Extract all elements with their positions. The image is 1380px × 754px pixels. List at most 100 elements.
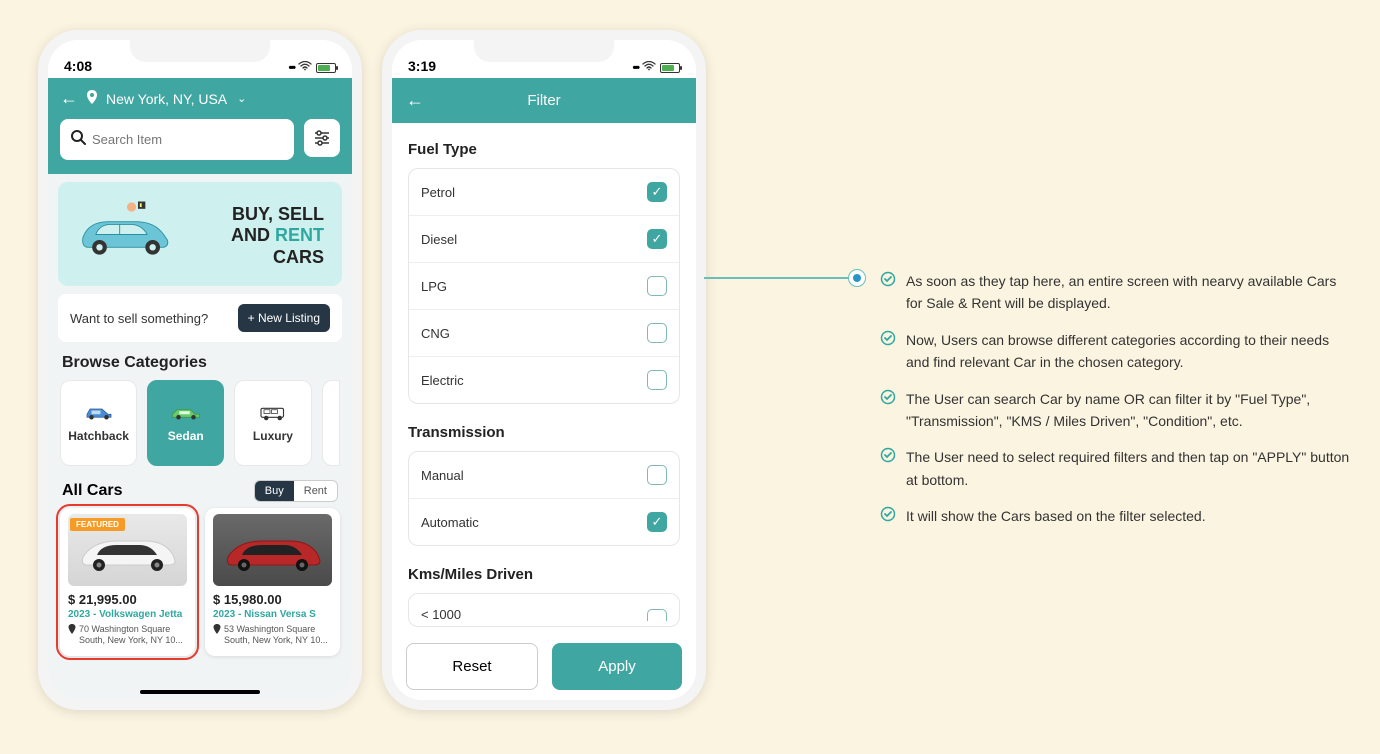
filter-button[interactable] bbox=[304, 119, 340, 157]
note-text: The User need to select required filters… bbox=[906, 446, 1356, 491]
car-address: 70 Washington Square South, New York, NY… bbox=[68, 624, 187, 646]
option-label: Diesel bbox=[421, 232, 457, 247]
sell-prompt-text: Want to sell something? bbox=[70, 311, 208, 326]
car-address: 53 Washington Square South, New York, NY… bbox=[213, 624, 332, 646]
car-card-2[interactable]: $ 15,980.00 2023 - Nissan Versa S 53 Was… bbox=[205, 508, 340, 656]
back-arrow-icon[interactable]: ← bbox=[60, 88, 78, 109]
chevron-down-icon[interactable]: ⌄ bbox=[237, 92, 246, 105]
checkbox-icon[interactable] bbox=[647, 370, 667, 390]
checkbox-icon[interactable] bbox=[647, 609, 667, 621]
option-label: Electric bbox=[421, 373, 464, 388]
category-sedan[interactable]: Sedan bbox=[147, 380, 224, 466]
wifi-icon bbox=[298, 61, 312, 74]
location-text: New York, NY, USA bbox=[106, 91, 227, 107]
filter-header: ← Filter bbox=[392, 78, 696, 123]
address-text: 53 Washington Square South, New York, NY… bbox=[224, 624, 332, 646]
note-item: It will show the Cars based on the filte… bbox=[880, 505, 1356, 528]
option-label: Automatic bbox=[421, 515, 479, 530]
option-label: LPG bbox=[421, 279, 447, 294]
car-price: $ 21,995.00 bbox=[68, 592, 187, 607]
search-row bbox=[48, 119, 352, 174]
checkbox-icon[interactable] bbox=[647, 323, 667, 343]
transmission-title: Transmission bbox=[408, 424, 680, 441]
toggle-rent[interactable]: Rent bbox=[294, 481, 337, 501]
fuel-option-diesel[interactable]: Diesel ✓ bbox=[409, 216, 679, 263]
category-luxury[interactable]: Luxury bbox=[234, 380, 311, 466]
toggle-buy[interactable]: Buy bbox=[255, 481, 294, 501]
filter-screen-mockup: 3:19 ••• ← Filter Fuel Type Petrol ✓ Dies… bbox=[382, 30, 706, 710]
location-bar[interactable]: ← New York, NY, USA ⌄ bbox=[48, 78, 352, 119]
status-time: 3:19 bbox=[408, 58, 436, 74]
trans-option-automatic[interactable]: Automatic ✓ bbox=[409, 499, 679, 545]
connector-dot bbox=[848, 269, 866, 287]
home-scroll-area[interactable]: BUY, SELL AND RENT CARS Want to sell som… bbox=[48, 174, 352, 704]
car-image bbox=[213, 514, 332, 586]
filter-actions: Reset Apply bbox=[406, 643, 682, 690]
search-icon bbox=[70, 129, 86, 150]
banner-text: BUY, SELL AND RENT CARS bbox=[182, 204, 324, 269]
status-icons: ••• bbox=[288, 61, 336, 74]
note-item: As soon as they tap here, an entire scre… bbox=[880, 270, 1356, 315]
option-label: Petrol bbox=[421, 185, 455, 200]
car-price: $ 15,980.00 bbox=[213, 592, 332, 607]
search-input[interactable] bbox=[92, 132, 284, 147]
hatchback-icon bbox=[84, 403, 114, 421]
sell-prompt-row: Want to sell something? + New Listing bbox=[58, 294, 342, 342]
checkbox-icon[interactable] bbox=[647, 465, 667, 485]
checkbox-icon[interactable]: ✓ bbox=[647, 182, 667, 202]
new-listing-button[interactable]: + New Listing bbox=[238, 304, 330, 332]
status-time: 4:08 bbox=[64, 58, 92, 74]
check-circle-icon bbox=[880, 271, 896, 315]
banner-line-2: AND RENT bbox=[182, 225, 324, 247]
all-cars-header: All Cars Buy Rent bbox=[62, 480, 338, 502]
categories-list[interactable]: Hatchback Sedan Luxury bbox=[48, 380, 352, 466]
battery-icon bbox=[316, 63, 336, 73]
pin-icon bbox=[213, 624, 221, 646]
buy-rent-toggle[interactable]: Buy Rent bbox=[254, 480, 338, 502]
option-label: Manual bbox=[421, 468, 464, 483]
checkbox-icon[interactable]: ✓ bbox=[647, 229, 667, 249]
transmission-group: Manual Automatic ✓ bbox=[408, 451, 680, 546]
fuel-option-lpg[interactable]: LPG bbox=[409, 263, 679, 310]
apply-button[interactable]: Apply bbox=[552, 643, 682, 690]
featured-badge: FEATURED bbox=[70, 518, 125, 531]
kms-option-1000[interactable]: < 1000 bbox=[409, 594, 679, 626]
category-label: Hatchback bbox=[68, 429, 129, 443]
address-text: 70 Washington Square South, New York, NY… bbox=[79, 624, 187, 646]
option-label: < 1000 bbox=[421, 607, 461, 622]
car-cards-row[interactable]: FEATURED $ 21,995.00 2023 - Volkswagen J… bbox=[48, 508, 352, 668]
filter-scroll-area[interactable]: Fuel Type Petrol ✓ Diesel ✓ LPG CNG Electr… bbox=[392, 123, 696, 653]
annotation-notes: As soon as they tap here, an entire scre… bbox=[880, 270, 1356, 543]
checkbox-icon[interactable] bbox=[647, 276, 667, 296]
kms-group: < 1000 bbox=[408, 593, 680, 627]
check-circle-icon bbox=[880, 330, 896, 374]
reset-button[interactable]: Reset bbox=[406, 643, 538, 690]
category-label: Sedan bbox=[168, 429, 204, 443]
note-text: Now, Users can browse different categori… bbox=[906, 329, 1356, 374]
car-card-1[interactable]: FEATURED $ 21,995.00 2023 - Volkswagen J… bbox=[60, 508, 195, 656]
status-icons: ••• bbox=[632, 61, 680, 74]
all-cars-title: All Cars bbox=[62, 482, 122, 500]
check-circle-icon bbox=[880, 389, 896, 433]
fuel-option-electric[interactable]: Electric bbox=[409, 357, 679, 403]
signal-icon: ••• bbox=[632, 62, 638, 74]
trans-option-manual[interactable]: Manual bbox=[409, 452, 679, 499]
fuel-option-petrol[interactable]: Petrol ✓ bbox=[409, 169, 679, 216]
note-text: The User can search Car by name OR can f… bbox=[906, 388, 1356, 433]
promo-banner[interactable]: BUY, SELL AND RENT CARS bbox=[58, 182, 342, 286]
search-input-wrapper[interactable] bbox=[60, 119, 294, 160]
sedan-icon bbox=[171, 403, 201, 421]
check-circle-icon bbox=[880, 447, 896, 491]
category-hatchback[interactable]: Hatchback bbox=[60, 380, 137, 466]
luxury-icon bbox=[258, 403, 288, 421]
fuel-option-cng[interactable]: CNG bbox=[409, 310, 679, 357]
fuel-type-title: Fuel Type bbox=[408, 141, 680, 158]
connector-line bbox=[704, 277, 854, 279]
wifi-icon bbox=[642, 61, 656, 74]
checkbox-icon[interactable]: ✓ bbox=[647, 512, 667, 532]
signal-icon: ••• bbox=[288, 62, 294, 74]
filter-title: Filter bbox=[406, 92, 682, 109]
category-overflow[interactable] bbox=[322, 380, 341, 466]
banner-line-3: CARS bbox=[182, 247, 324, 269]
phone-notch bbox=[130, 40, 270, 62]
